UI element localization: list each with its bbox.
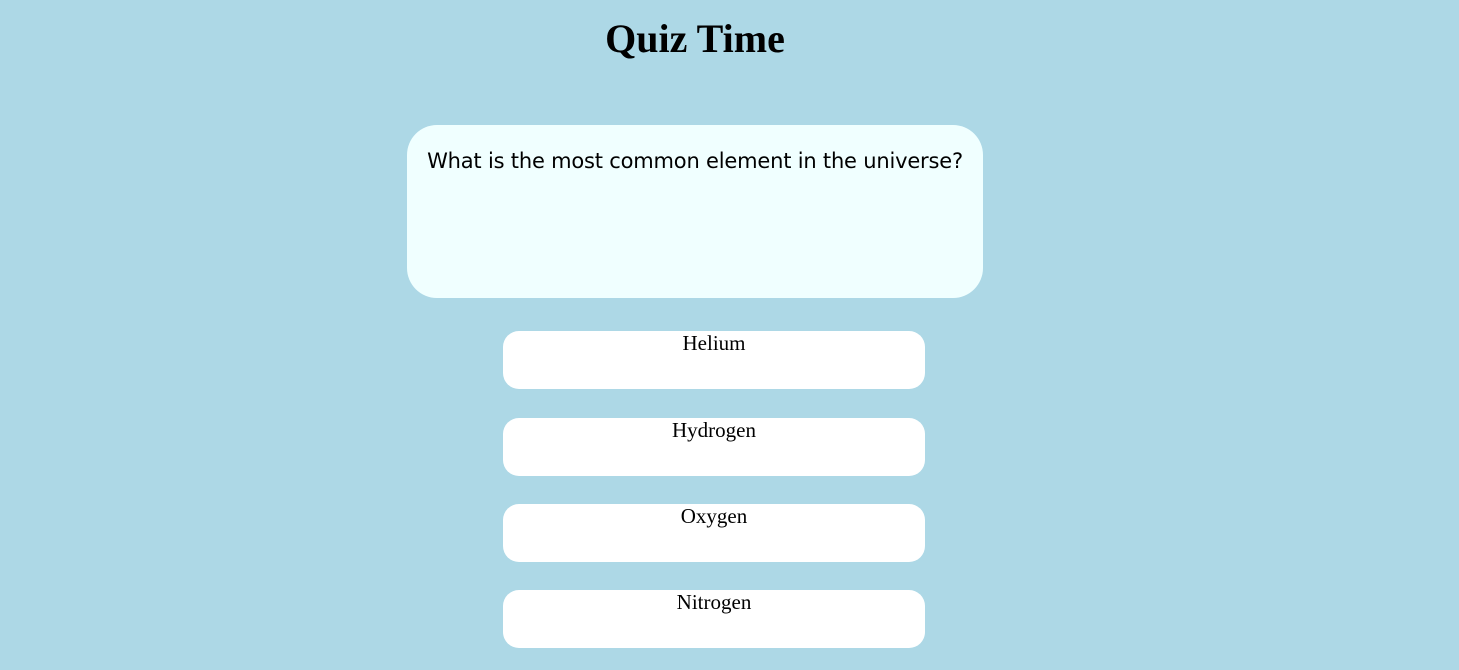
answer-button-oxygen[interactable]: Oxygen: [503, 504, 925, 562]
page-title: Quiz Time: [605, 16, 785, 61]
question-text: What is the most common element in the u…: [427, 149, 963, 173]
answer-label: Oxygen: [680, 504, 748, 528]
question-card: What is the most common element in the u…: [407, 125, 983, 298]
answer-button-nitrogen[interactable]: Nitrogen: [503, 590, 925, 648]
answer-button-hydrogen[interactable]: Hydrogen: [503, 418, 925, 476]
answer-label: Hydrogen: [672, 418, 756, 442]
answer-label: Nitrogen: [676, 590, 752, 614]
answer-button-helium[interactable]: Helium: [503, 331, 925, 389]
answer-label: Helium: [682, 331, 746, 355]
